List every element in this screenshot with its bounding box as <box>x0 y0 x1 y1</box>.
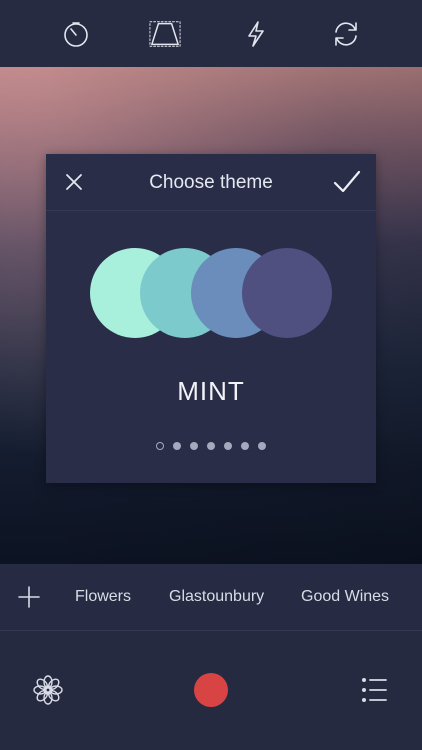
add-tag-icon[interactable] <box>17 585 41 609</box>
tag-item[interactable]: Good Wines <box>301 588 389 606</box>
theme-color-swatches[interactable] <box>90 248 332 338</box>
list-icon[interactable] <box>360 676 388 709</box>
timer-icon[interactable] <box>60 18 92 50</box>
page-dot[interactable] <box>224 442 232 450</box>
page-dot[interactable] <box>258 442 266 450</box>
tag-item[interactable]: Flowers <box>75 588 131 606</box>
dialog-title: Choose theme <box>149 172 273 193</box>
theme-chooser-dialog: Choose theme MINT <box>46 154 376 483</box>
flash-icon[interactable] <box>240 18 272 50</box>
theme-name: MINT <box>177 376 245 406</box>
page-indicator[interactable] <box>46 442 376 452</box>
page-dot[interactable] <box>241 442 249 450</box>
tag-item[interactable]: Glastounbury <box>169 588 264 606</box>
confirm-check-icon[interactable] <box>332 169 362 195</box>
page-dot[interactable] <box>156 442 164 450</box>
switch-camera-icon[interactable] <box>330 18 362 50</box>
dialog-header: Choose theme <box>46 154 376 211</box>
perspective-icon[interactable] <box>149 18 181 50</box>
page-dot[interactable] <box>173 442 181 450</box>
page-dot[interactable] <box>207 442 215 450</box>
record-button[interactable] <box>194 673 228 707</box>
bottom-bar <box>0 631 422 750</box>
flower-icon[interactable] <box>32 674 64 711</box>
page-dot[interactable] <box>190 442 198 450</box>
tag-bar: Flowers Glastounbury Good Wines <box>0 564 422 631</box>
swatch-indigo <box>242 248 332 338</box>
top-toolbar <box>0 0 422 67</box>
